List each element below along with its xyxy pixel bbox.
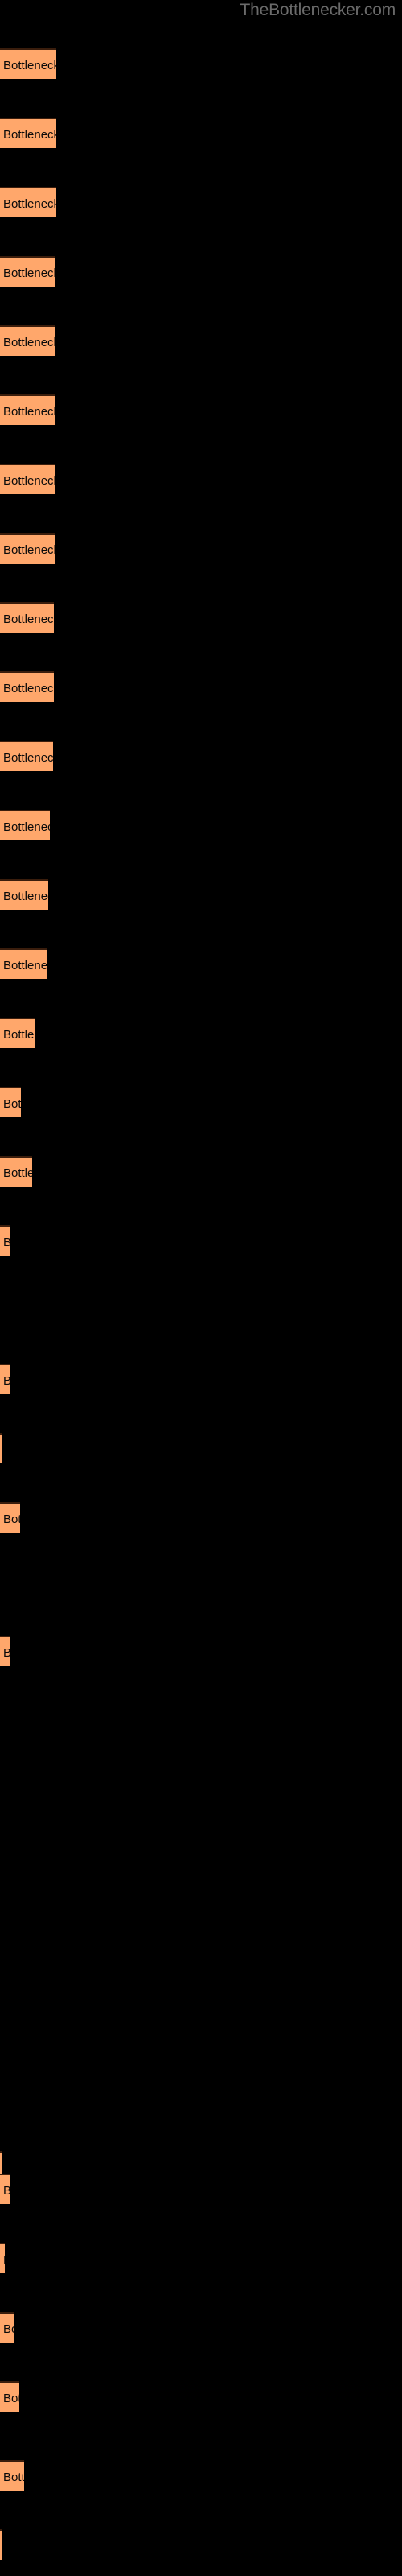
chart-bar[interactable]: Bottleneck result [0,2312,14,2343]
bar-row[interactable]: Bottleneck result [0,464,55,494]
bar-label: Bottleneck result [3,197,56,211]
chart-bar[interactable]: Bottleneck result [0,533,55,564]
bar-row[interactable]: Bottleneck result [0,602,54,633]
bar-label: Bottleneck result [3,1513,20,1526]
bar-label: Bottleneck result [3,1028,35,1042]
bottleneck-bar-chart: Bottleneck result Bottleneck result Bottle… [0,0,402,2576]
chart-bar[interactable]: Bottleneck result [0,118,56,148]
bar-row[interactable]: Bottleneck result [0,810,50,840]
bar-row[interactable]: Bottleneck result [0,187,56,217]
chart-bar[interactable]: Bottleneck result [0,2460,24,2491]
bar-label: Bottleneck result [3,2392,19,2405]
chart-bar[interactable]: Bottleneck result [0,2529,2,2560]
chart-bar[interactable]: Bottleneck result [0,1636,10,1666]
bar-label: Bottleneck result [3,474,55,488]
bar-label: Bottleneck result [3,1236,10,1249]
bar-row[interactable]: Bottleneck result [0,1433,2,1463]
bar-label: Bottleneck result [3,1166,32,1180]
chart-bar[interactable]: Bottleneck result [0,2174,10,2204]
chart-bar[interactable]: Bottleneck result [0,464,55,494]
bar-row[interactable]: Bottleneck result [0,1087,21,1117]
bar-row[interactable]: Bottleneck result [0,1225,10,1256]
bar-label: Bottleneck result [3,959,47,972]
bar-row[interactable]: Bottleneck result [0,879,48,910]
chart-bar[interactable]: Bottleneck result [0,810,50,840]
bar-label: Bottleneck result [3,820,50,834]
bar-row[interactable]: Bottleneck result [0,533,55,564]
bar-row[interactable]: Bottleneck result [0,2243,5,2273]
chart-bar[interactable]: Bottleneck result [0,741,53,771]
chart-bar[interactable]: Bottleneck result [0,948,47,979]
bar-label: Bottleneck result [3,2322,14,2336]
bar-label: Bottleneck result [3,405,55,419]
bar-label: Bottleneck result [3,1647,10,1659]
bar-label: Bottleneck result [3,613,54,626]
chart-bar[interactable]: Bottleneck result [0,187,56,217]
bar-label: Bottleneck result [3,2185,10,2197]
bar-row[interactable]: Bottleneck result [0,256,55,287]
bar-label: Bottleneck result [3,2471,24,2484]
chart-bar[interactable]: Bottleneck result [0,394,55,425]
chart-bar[interactable]: Bottleneck result [0,1156,32,1187]
bar-label: Bottleneck result [3,2254,5,2266]
chart-bar[interactable]: Bottleneck result [0,1364,10,1394]
bar-row[interactable]: Bottleneck result [0,118,56,148]
bar-row[interactable]: Bottleneck result [0,1502,20,1533]
bar-row[interactable]: Bottleneck result [0,48,56,79]
bar-row[interactable]: Bottleneck result [0,1156,32,1187]
bar-row[interactable]: Bottleneck result [0,2460,24,2491]
bar-label: Bottleneck result [3,1375,10,1387]
chart-bar[interactable]: Bottleneck result [0,1225,10,1256]
bar-row[interactable]: Bottleneck result [0,394,55,425]
bar-label: Bottleneck result [3,1097,21,1111]
bar-row[interactable]: Bottleneck result [0,948,47,979]
chart-bar[interactable]: Bottleneck result [0,671,54,702]
bar-row[interactable]: Bottleneck result [0,1018,35,1048]
chart-bar[interactable]: Bottleneck result [0,602,54,633]
bar-label: Bottleneck result [3,59,56,72]
bar-row[interactable]: Bottleneck result [0,2529,2,2560]
bar-row[interactable]: Bottleneck result [0,1364,10,1394]
bar-row[interactable]: Bottleneck result [0,1636,10,1666]
bar-label: Bottleneck result [3,751,53,765]
chart-bar[interactable]: Bottleneck result [0,2243,5,2273]
bar-row[interactable]: Bottleneck result [0,2312,14,2343]
bar-row[interactable]: Bottleneck result [0,2174,10,2204]
chart-bar[interactable]: Bottleneck result [0,2381,19,2412]
bar-label: Bottleneck result [3,543,55,557]
chart-bar[interactable]: Bottleneck result [0,256,55,287]
chart-bar[interactable]: Bottleneck result [0,1087,21,1117]
bar-label: Bottleneck result [3,128,56,142]
bar-label: Bottleneck result [3,890,48,903]
chart-bar[interactable]: Bottleneck result [0,325,55,356]
bar-label: Bottleneck result [3,336,55,349]
bar-row[interactable]: Bottleneck result [0,325,55,356]
bar-label: Bottleneck result [3,682,54,696]
chart-bar[interactable]: Bottleneck result [0,1433,2,1463]
chart-bar[interactable]: Bottleneck result [0,1018,35,1048]
bar-row[interactable]: Bottleneck result [0,671,54,702]
bar-row[interactable]: Bottleneck result [0,741,53,771]
chart-bar[interactable]: Bottleneck result [0,879,48,910]
bar-row[interactable]: Bottleneck result [0,2381,19,2412]
chart-bar[interactable]: Bottleneck result [0,48,56,79]
bar-label: Bottleneck result [3,266,55,280]
chart-bar[interactable]: Bottleneck result [0,1502,20,1533]
